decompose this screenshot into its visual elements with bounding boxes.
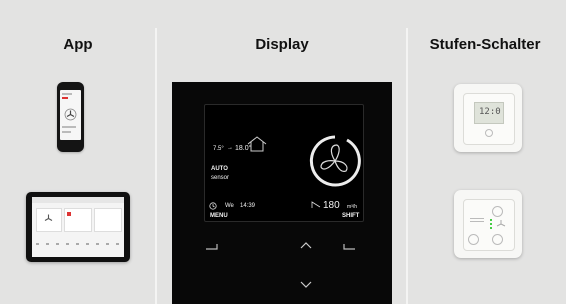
step-up-button-icon	[492, 206, 503, 217]
house-icon	[247, 136, 267, 152]
outside-temperature: 7.5°	[213, 146, 224, 152]
fan-icon	[496, 220, 506, 227]
fan-icon	[320, 144, 348, 172]
fan-speed-ring	[309, 135, 361, 187]
airflow-icon	[311, 201, 321, 208]
timer-switch-button	[485, 129, 493, 137]
left-softkey-icon[interactable]	[205, 243, 219, 251]
up-arrow-icon[interactable]	[299, 241, 313, 250]
timer-switch-faceplate: 12:0	[463, 93, 515, 145]
mode-sub-label: sensor	[211, 175, 230, 181]
mode-button-icon	[468, 234, 479, 245]
fan-icon	[64, 108, 77, 121]
step-switch-faceplate	[463, 199, 515, 251]
smartphone-image	[57, 82, 84, 152]
weekday: We	[225, 203, 234, 209]
mode-label: AUTO	[211, 166, 228, 172]
column-title-switch: Stufen-Schalter	[429, 36, 541, 53]
display-screen: 7.5° → 18.0° AUTO sensor We 14:39 180 m³…	[204, 104, 364, 222]
airflow-value: 180	[323, 200, 340, 211]
tablet-screen	[32, 197, 124, 257]
arrow-icon: →	[227, 145, 233, 151]
clock-icon	[209, 202, 217, 210]
step-switch-image	[454, 190, 522, 258]
column-divider-left	[155, 28, 157, 304]
shift-label: SHIFT	[342, 213, 360, 219]
column-divider-right	[406, 28, 408, 304]
timer-switch-value: 12:0	[479, 107, 501, 117]
menu-label: MENU	[210, 213, 228, 219]
timer-switch-image: 12:0	[454, 84, 522, 152]
fan-icon	[44, 214, 53, 221]
column-title-display: Display	[255, 36, 309, 53]
display-device: 7.5° → 18.0° AUTO sensor We 14:39 180 m³…	[172, 82, 392, 304]
step-down-button-icon	[492, 234, 503, 245]
step-labels	[470, 218, 484, 224]
tablet-image	[26, 192, 130, 262]
airflow-unit: m³/h	[347, 204, 357, 210]
smartphone-screen	[60, 90, 81, 140]
step-indicator	[490, 219, 492, 229]
right-softkey-icon[interactable]	[342, 243, 356, 251]
down-arrow-icon[interactable]	[299, 280, 313, 289]
column-title-app: App	[63, 36, 93, 53]
clock-time: 14:39	[240, 203, 256, 209]
timer-switch-screen: 12:0	[474, 102, 504, 124]
